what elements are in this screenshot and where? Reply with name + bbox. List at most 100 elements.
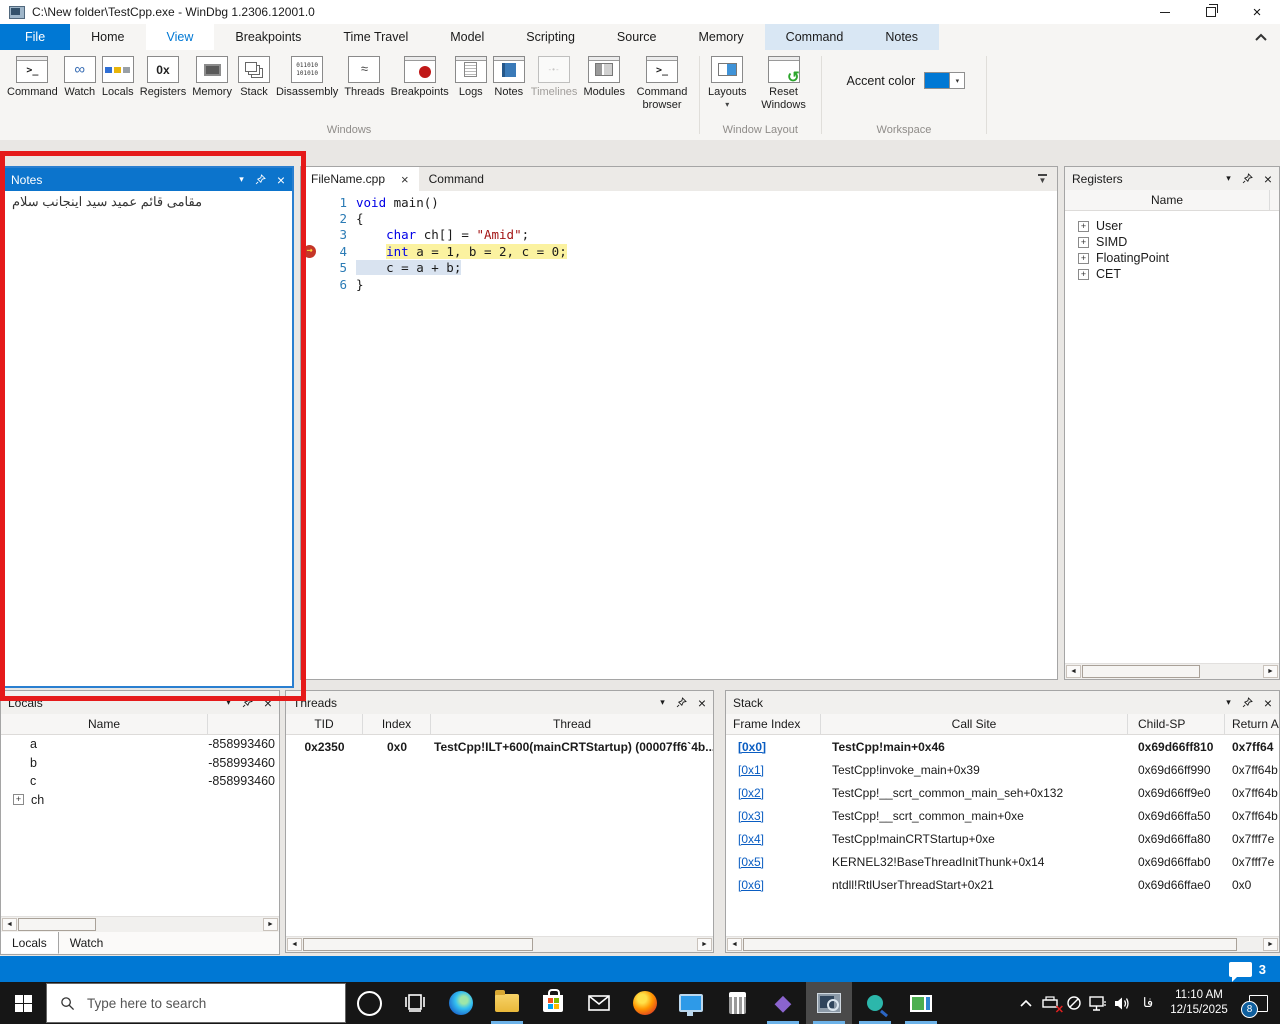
pin-icon[interactable] (255, 174, 266, 185)
taskbar-app-photos[interactable] (898, 982, 944, 1024)
restore-button[interactable] (1188, 0, 1234, 24)
breakpoint-gutter[interactable] (301, 210, 321, 226)
task-view-button[interactable] (392, 982, 438, 1024)
threads-panel-header[interactable]: Threads ▾ × (286, 691, 713, 714)
taskbar-app-mail[interactable] (576, 982, 622, 1024)
threads-tid-column-header[interactable]: TID (286, 714, 363, 734)
taskbar-app-visual-studio[interactable]: ◆ (760, 982, 806, 1024)
pin-icon[interactable] (242, 697, 253, 708)
locals-name-column-header[interactable]: Name (1, 714, 208, 734)
frame-index-link[interactable]: [0x3] (738, 809, 764, 823)
locals-row[interactable]: + ch (1, 791, 279, 810)
frame-index-link[interactable]: [0x0] (738, 740, 766, 754)
panel-collapse-arrow-icon[interactable]: ▾ (239, 175, 244, 184)
stack-panel-header[interactable]: Stack ▾ × (726, 691, 1279, 714)
breakpoint-gutter[interactable] (301, 227, 321, 243)
scroll-left-icon[interactable]: ◄ (727, 938, 742, 951)
stack-frame-index-column-header[interactable]: Frame Index (726, 714, 821, 734)
network-disabled-tray-icon[interactable] (1062, 982, 1086, 1024)
register-group-floatingpoint[interactable]: + FloatingPoint (1078, 250, 1279, 266)
pin-icon[interactable] (1242, 697, 1253, 708)
scrollbar-thumb[interactable] (18, 918, 96, 931)
stack-child-sp-column-header[interactable]: Child-SP (1128, 714, 1225, 734)
stack-return-address-column-header[interactable]: Return Ac (1225, 714, 1279, 734)
locals-row[interactable]: c -858993460 (1, 772, 279, 791)
pin-icon[interactable] (676, 697, 687, 708)
tab-close-icon[interactable]: × (401, 172, 409, 187)
ribbon-tab-source[interactable]: Source (596, 24, 678, 50)
volume-tray-icon[interactable] (1110, 982, 1134, 1024)
ribbon-button-logs[interactable]: Logs (452, 56, 490, 99)
ribbon-tab-memory[interactable]: Memory (678, 24, 765, 50)
dropdown-arrow-icon[interactable]: ▾ (725, 100, 729, 109)
ribbon-button-layouts[interactable]: Layouts ▾ (705, 56, 750, 109)
ribbon-tab-command[interactable]: Command (764, 24, 865, 50)
stack-call-site-column-header[interactable]: Call Site (821, 714, 1128, 734)
registers-panel-header[interactable]: Registers ▾ × (1065, 167, 1279, 190)
tab-locals[interactable]: Locals (1, 932, 59, 954)
ribbon-button-registers[interactable]: 0x Registers (137, 56, 189, 99)
panel-collapse-arrow-icon[interactable]: ▾ (1226, 174, 1231, 183)
notes-content[interactable]: مقامی قائم عمید سید اینجانب سلام (4, 191, 292, 213)
frame-index-link[interactable]: [0x2] (738, 786, 764, 800)
ribbon-tab-home[interactable]: Home (70, 24, 145, 50)
panel-close-icon[interactable]: × (1264, 172, 1272, 186)
panel-close-icon[interactable]: × (277, 173, 285, 187)
registers-horizontal-scrollbar[interactable]: ◄ ► (1065, 663, 1279, 679)
collapse-ribbon-button[interactable] (1242, 24, 1280, 50)
ribbon-button-reset-windows[interactable]: ↺ Reset Windows (750, 56, 818, 111)
register-group-simd[interactable]: + SIMD (1078, 234, 1279, 250)
close-button[interactable]: × (1234, 0, 1280, 24)
ribbon-tab-time-travel[interactable]: Time Travel (322, 24, 429, 50)
locals-panel-header[interactable]: Locals ▾ × (1, 691, 279, 714)
scroll-left-icon[interactable]: ◄ (1066, 665, 1081, 678)
threads-thread-column-header[interactable]: Thread (431, 714, 713, 734)
cortana-button[interactable] (346, 982, 392, 1024)
ribbon-button-threads[interactable]: ≈ Threads (341, 56, 387, 99)
ribbon-tab-view[interactable]: View (145, 24, 215, 50)
expander-icon[interactable]: + (1078, 268, 1089, 280)
breakpoint-gutter[interactable] (301, 260, 321, 276)
expander-icon[interactable]: + (1078, 220, 1089, 232)
ribbon-button-locals[interactable]: Locals (99, 56, 137, 99)
accent-color-dropdown[interactable]: ▾ (950, 72, 966, 89)
scroll-left-icon[interactable]: ◄ (2, 918, 17, 931)
locals-row[interactable]: a -858993460 (1, 735, 279, 754)
ribbon-button-modules[interactable]: Modules (580, 56, 628, 99)
ribbon-button-memory[interactable]: Memory (189, 56, 235, 99)
ribbon-button-breakpoints[interactable]: Breakpoints (388, 56, 452, 99)
frame-index-link[interactable]: [0x4] (738, 832, 764, 846)
expander-icon[interactable]: + (1078, 236, 1089, 248)
taskbar-app-edge[interactable] (438, 982, 484, 1024)
ribbon-button-command-browser[interactable]: >_ Command browser (628, 56, 696, 111)
device-error-tray-icon[interactable]: ✕ (1038, 982, 1064, 1024)
ribbon-button-notes[interactable]: Notes (490, 56, 528, 99)
search-input[interactable] (85, 994, 345, 1012)
taskbar-app-spy-tool[interactable] (852, 982, 898, 1024)
scrollbar-thumb[interactable] (303, 938, 533, 951)
feedback-bubble-icon[interactable] (1228, 961, 1252, 982)
scrollbar-thumb[interactable] (743, 938, 1237, 951)
panel-close-icon[interactable]: × (1264, 696, 1272, 710)
hidden-icons-button[interactable] (1014, 982, 1038, 1024)
expander-icon[interactable]: + (1078, 252, 1089, 264)
ribbon-tab-scripting[interactable]: Scripting (505, 24, 596, 50)
taskbar-app-windbg[interactable] (806, 982, 852, 1024)
scroll-left-icon[interactable]: ◄ (287, 938, 302, 951)
frame-index-link[interactable]: [0x1] (738, 763, 764, 777)
stack-horizontal-scrollbar[interactable]: ◄ ► (726, 936, 1279, 952)
scrollbar-thumb[interactable] (1082, 665, 1200, 678)
expander-icon[interactable]: + (13, 794, 24, 806)
language-indicator[interactable]: فا (1134, 995, 1162, 1011)
tab-command[interactable]: Command (419, 167, 494, 191)
tab-filename-cpp[interactable]: FileName.cpp × (301, 167, 419, 191)
panel-collapse-arrow-icon[interactable]: ▾ (1226, 698, 1231, 707)
taskbar-search[interactable] (46, 983, 346, 1023)
ribbon-button-command[interactable]: >_ Command (4, 56, 61, 99)
frame-index-link[interactable]: [0x5] (738, 855, 764, 869)
locals-horizontal-scrollbar[interactable]: ◄ ► (1, 916, 279, 932)
pin-icon[interactable] (1242, 173, 1253, 184)
scroll-right-icon[interactable]: ► (1263, 938, 1278, 951)
ribbon-button-disassembly[interactable]: 011010 101010 Disassembly (273, 56, 341, 99)
register-group-user[interactable]: + User (1078, 218, 1279, 234)
